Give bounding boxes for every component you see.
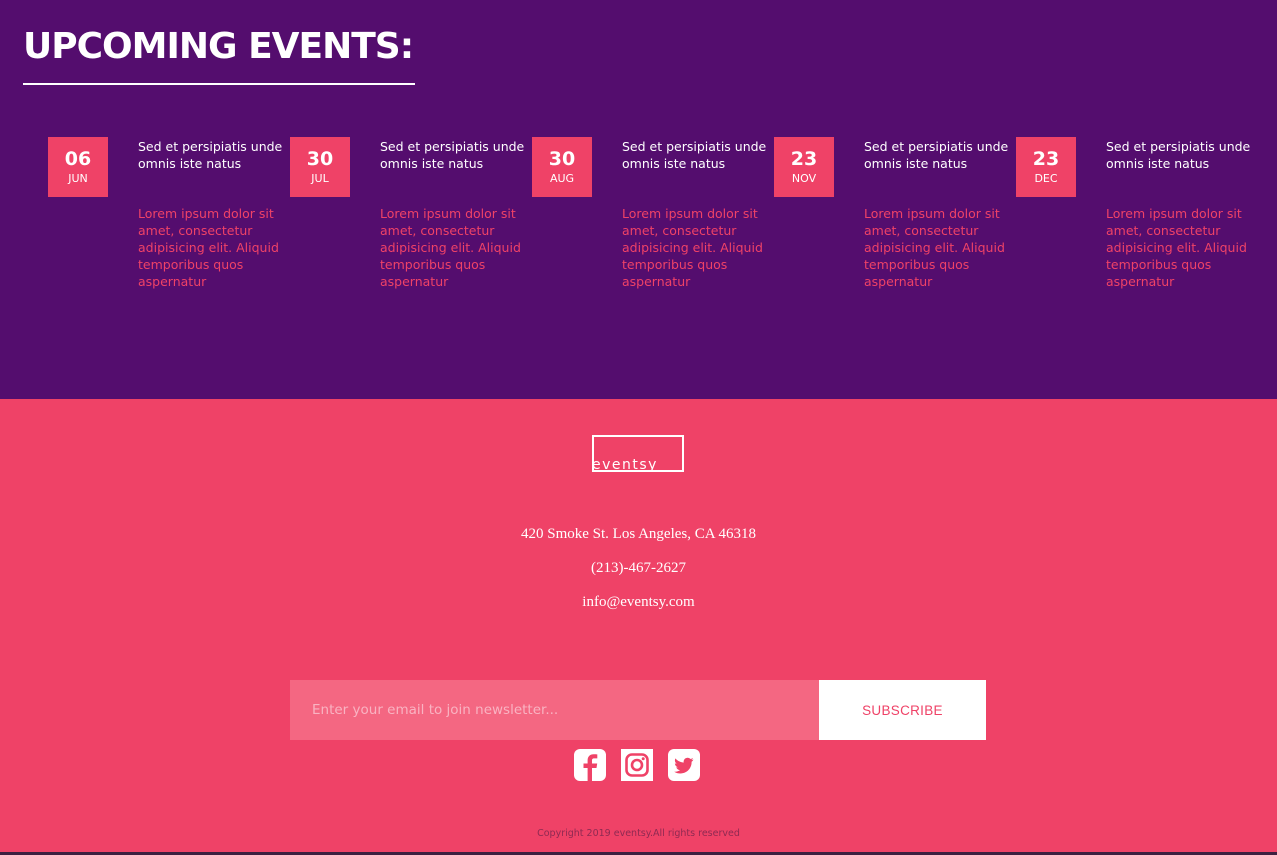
date-day: 06 (64, 148, 92, 170)
event-card[interactable]: 23 NOV Sed et persipiatis unde omnis ist… (774, 137, 1016, 307)
instagram-icon[interactable] (621, 749, 653, 781)
date-month: NOV (791, 172, 817, 185)
newsletter-form: SUBSCRIBE (290, 680, 986, 740)
event-description: Lorem ipsum dolor sit amet, consectetur … (864, 206, 1005, 289)
date-day: 23 (1032, 148, 1060, 170)
event-card[interactable]: 23 DEC Sed et persipiatis unde omnis ist… (1016, 137, 1258, 307)
email-address[interactable]: info@eventsy.com (0, 594, 1277, 611)
event-description: Lorem ipsum dolor sit amet, consectetur … (138, 206, 279, 289)
phone: (213)-467-2627 (591, 560, 686, 576)
date-month: JUN (68, 172, 88, 185)
copyright: Copyright 2019 eventsy.All rights reserv… (537, 828, 740, 839)
event-heading[interactable]: Sed et persipiatis unde omnis iste natus (864, 138, 1014, 172)
event-card[interactable]: 06 JUN Sed et persipiatis unde omnis ist… (48, 137, 290, 307)
date-badge: 23 DEC (1016, 137, 1076, 197)
event-heading[interactable]: Sed et persipiatis unde omnis iste natus (138, 138, 288, 172)
date-month: AUG (549, 172, 575, 185)
footer: eventsy 420 Smoke St. Los Angeles, CA 46… (0, 399, 1277, 855)
date-day: 23 (790, 148, 818, 170)
event-description: Lorem ipsum dolor sit amet, consectetur … (380, 206, 521, 289)
newsletter-email-input[interactable] (290, 680, 819, 740)
date-month: JUL (311, 172, 329, 185)
event-card[interactable]: 30 AUG Sed et persipiatis unde omnis ist… (532, 137, 774, 307)
subscribe-button[interactable]: SUBSCRIBE (819, 680, 986, 740)
date-day: 30 (306, 148, 334, 170)
event-heading[interactable]: Sed et persipiatis unde omnis iste natus (1106, 138, 1256, 172)
logo-text: eventsy (592, 457, 658, 473)
events-title: UPCOMING EVENTS: (23, 26, 414, 67)
event-heading[interactable]: Sed et persipiatis unde omnis iste natus (380, 138, 530, 172)
eventsy-logo[interactable]: eventsy (592, 435, 684, 473)
twitter-icon[interactable] (668, 749, 700, 781)
date-badge: 06 JUN (48, 137, 108, 197)
title-underline (23, 83, 415, 85)
event-description: Lorem ipsum dolor sit amet, consectetur … (622, 206, 763, 289)
date-badge: 23 NOV (774, 137, 834, 197)
event-heading[interactable]: Sed et persipiatis unde omnis iste natus (622, 138, 772, 172)
event-description: Lorem ipsum dolor sit amet, consectetur … (1106, 206, 1247, 289)
upcoming-events-section: UPCOMING EVENTS: 06 JUN Sed et persipiat… (0, 0, 1277, 399)
facebook-icon[interactable] (574, 749, 606, 781)
date-month: DEC (1034, 172, 1058, 185)
date-day: 30 (548, 148, 576, 170)
event-card[interactable]: 30 JUL Sed et persipiatis unde omnis ist… (290, 137, 532, 307)
date-badge: 30 JUL (290, 137, 350, 197)
date-badge: 30 AUG (532, 137, 592, 197)
address: 420 Smoke St. Los Angeles, CA 46318 (520, 526, 756, 542)
